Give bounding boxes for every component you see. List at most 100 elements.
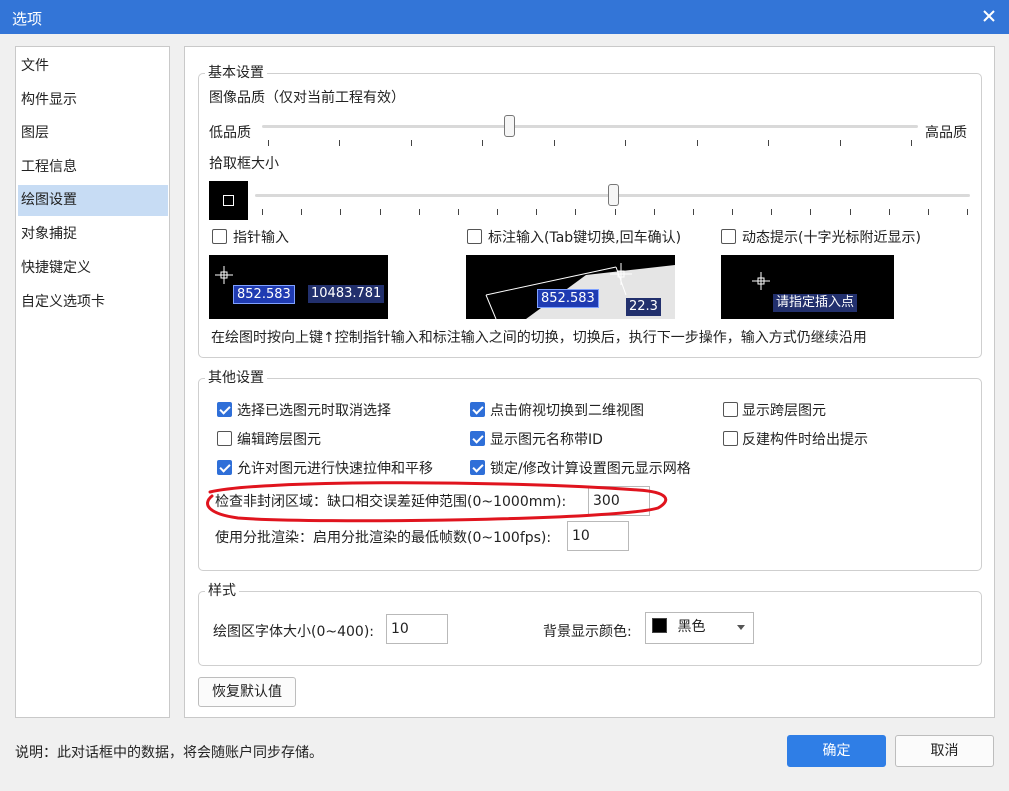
lock-grid-checkbox[interactable] [470, 460, 485, 475]
ok-button[interactable]: 确定 [787, 735, 886, 767]
option-label: 显示图元名称带ID [490, 432, 603, 448]
font-size-label: 绘图区字体大小(0~400): [213, 624, 374, 640]
slider-tick [810, 209, 812, 215]
slider-tick [457, 209, 459, 215]
nav-item-layers[interactable]: 图层 [18, 118, 168, 149]
slider-tick [614, 209, 616, 215]
preview2-value2: 22.3 [626, 298, 661, 316]
preview3-prompt: 请指定插入点 [773, 294, 858, 312]
chevron-down-icon [737, 625, 745, 630]
crosshair-icon [752, 272, 770, 290]
pick-box-slider-thumb[interactable] [608, 184, 619, 206]
nav-item-object-snap[interactable]: 对象捕捉 [18, 219, 168, 250]
slider-tick [653, 209, 655, 215]
show-name-id-checkbox[interactable] [470, 431, 485, 446]
image-quality-slider[interactable] [262, 125, 918, 128]
style-group: 样式 绘图区字体大小(0~400): 10 背景显示颜色: 黑色 [198, 582, 982, 666]
font-size-input[interactable]: 10 [386, 614, 448, 644]
bg-color-label: 背景显示颜色: [543, 624, 632, 640]
crosshair-icon [215, 266, 233, 284]
option-label: 允许对图元进行快速拉伸和平移 [237, 461, 433, 477]
slider-tick [379, 209, 381, 215]
dim-input-checkbox[interactable] [467, 229, 482, 244]
option-label: 反建构件时给出提示 [742, 432, 868, 448]
cancel-button[interactable]: 取消 [895, 735, 994, 767]
reverse-build-tip-checkbox[interactable] [723, 431, 738, 446]
dim-input-preview: 852.583 22.3 [466, 255, 675, 319]
pointer-input-label: 指针输入 [233, 230, 289, 246]
slider-tick [732, 209, 733, 215]
sync-note: 说明：此对话框中的数据，将会随账户同步存储。 [15, 745, 323, 761]
nav-item-drawing-settings[interactable]: 绘图设置 [18, 185, 168, 216]
slider-tick [967, 209, 968, 215]
slider-tick [927, 209, 929, 215]
slider-tick [696, 140, 698, 146]
slider-tick [768, 140, 770, 146]
image-quality-label: 图像品质（仅对当前工程有效） [209, 90, 405, 106]
annotation-circle [206, 481, 668, 523]
restore-defaults-button[interactable]: 恢复默认值 [198, 677, 296, 707]
preview2-value1: 852.583 [537, 289, 599, 308]
bg-color-select[interactable]: 黑色 [645, 612, 754, 644]
nav-item-custom-tabs[interactable]: 自定义选项卡 [18, 287, 168, 318]
pick-box-preview [209, 181, 248, 220]
settings-panel: 基本设置 图像品质（仅对当前工程有效） 低品质 高品质 拾取框大小 指针输入 标… [184, 46, 995, 718]
slider-tick [625, 140, 627, 146]
image-quality-slider-thumb[interactable] [504, 115, 515, 137]
pick-box-label: 拾取框大小 [209, 156, 279, 172]
bg-color-value: 黑色 [677, 619, 706, 635]
slider-tick [692, 209, 694, 215]
high-quality-label: 高品质 [925, 125, 967, 141]
input-mode-description: 在绘图时按向上键↑控制指针输入和标注输入之间的切换，切换后，执行下一步操作，输入… [211, 330, 867, 346]
nav-item-project-info[interactable]: 工程信息 [18, 152, 168, 183]
slider-tick [839, 140, 841, 146]
slider-tick [536, 209, 538, 215]
slider-tick [339, 140, 341, 146]
options-nav: 文件 构件显示 图层 工程信息 绘图设置 对象捕捉 快捷键定义 自定义选项卡 [15, 46, 170, 718]
basic-settings-title: 基本设置 [205, 64, 267, 82]
slider-tick [340, 209, 342, 215]
dynamic-tip-checkbox[interactable] [721, 229, 736, 244]
nav-item-file[interactable]: 文件 [18, 51, 168, 82]
style-title: 样式 [205, 582, 239, 600]
slider-tick [268, 140, 269, 146]
show-cross-layer-checkbox[interactable] [723, 402, 738, 417]
dynamic-tip-preview: 请指定插入点 [721, 255, 894, 319]
other-settings-group: 其他设置 选择已选图元时取消选择 点击俯视切换到二维视图 显示跨层图元 编辑跨层… [198, 369, 982, 571]
slider-tick [410, 140, 412, 146]
color-swatch [652, 618, 667, 633]
option-label: 编辑跨层图元 [237, 432, 321, 448]
slider-tick [575, 209, 577, 215]
option-label: 选择已选图元时取消选择 [237, 403, 391, 419]
slider-tick [262, 209, 263, 215]
title-bar: 选项 [0, 0, 1009, 34]
window-title: 选项 [12, 10, 43, 28]
other-settings-title: 其他设置 [205, 369, 267, 387]
slider-tick [888, 209, 890, 215]
nav-item-shortcuts[interactable]: 快捷键定义 [18, 253, 168, 284]
nav-item-component-display[interactable]: 构件显示 [18, 85, 168, 116]
pointer-input-checkbox[interactable] [212, 229, 227, 244]
topview-2d-checkbox[interactable] [470, 402, 485, 417]
quick-stretch-checkbox[interactable] [217, 460, 232, 475]
basic-settings-group: 基本设置 图像品质（仅对当前工程有效） 低品质 高品质 拾取框大小 指针输入 标… [198, 64, 982, 358]
preview1-value2: 10483.781 [308, 285, 385, 303]
slider-tick [418, 209, 420, 215]
slider-tick [771, 209, 773, 215]
low-quality-label: 低品质 [209, 125, 251, 141]
slider-tick [497, 209, 498, 215]
preview1-value1: 852.583 [233, 285, 295, 304]
slider-tick [849, 209, 851, 215]
dynamic-tip-label: 动态提示(十字光标附近显示) [742, 230, 921, 246]
pointer-input-preview: 852.583 10483.781 [209, 255, 388, 319]
edit-cross-layer-checkbox[interactable] [217, 431, 232, 446]
slider-tick [553, 140, 555, 146]
close-icon[interactable] [979, 6, 999, 26]
dim-input-label: 标注输入(Tab键切换,回车确认) [488, 230, 682, 246]
deselect-selected-checkbox[interactable] [217, 402, 232, 417]
slider-tick [301, 209, 303, 215]
slider-tick [911, 140, 912, 146]
batch-render-label: 使用分批渲染：启用分批渲染的最低帧数(0~100fps): [215, 530, 552, 546]
option-label: 锁定/修改计算设置图元显示网格 [490, 461, 691, 477]
option-label: 点击俯视切换到二维视图 [490, 403, 644, 419]
